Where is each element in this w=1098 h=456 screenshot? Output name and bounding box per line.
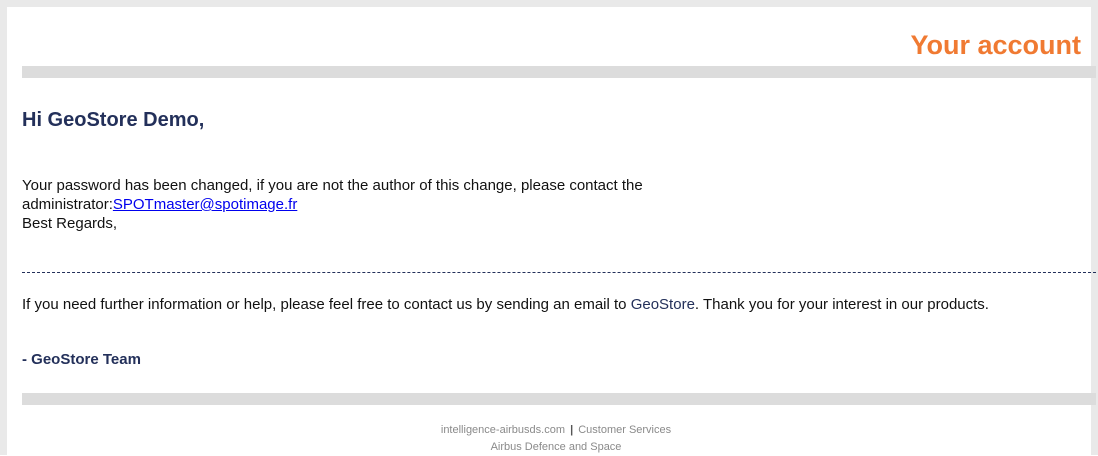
greeting-heading: Hi GeoStore Demo,: [22, 109, 205, 131]
footer-company-name: Airbus Defence and Space: [490, 441, 622, 453]
footer: intelligence-airbusds.com | Customer Ser…: [7, 422, 1098, 456]
admin-email-link[interactable]: SPOTmaster@spotimage.fr: [113, 196, 297, 213]
help-paragraph: If you need further information or help,…: [22, 294, 1087, 315]
team-signature: - GeoStore Team: [22, 351, 141, 368]
geostore-contact-link[interactable]: GeoStore: [631, 296, 695, 313]
page-title: Your account: [910, 30, 1081, 60]
footer-separator: |: [570, 424, 574, 436]
header-divider-bar: [22, 66, 1096, 78]
message-administrator-label: administrator:: [22, 196, 113, 213]
message-line-1: Your password has been changed, if you a…: [22, 177, 643, 194]
help-text-before: If you need further information or help,…: [22, 296, 631, 313]
footer-site-link[interactable]: intelligence-airbusds.com: [441, 424, 565, 436]
help-text-after: . Thank you for your interest in our pro…: [694, 296, 989, 313]
customer-services-link[interactable]: Customer Services: [578, 424, 671, 436]
message-closing: Best Regards,: [22, 215, 118, 232]
email-container: Your account Hi GeoStore Demo, Your pass…: [0, 0, 1098, 455]
footer-links-row: intelligence-airbusds.com | Customer Ser…: [7, 422, 1098, 439]
password-change-message: Your password has been changed, if you a…: [22, 176, 1082, 233]
dashed-divider: [22, 272, 1096, 273]
footer-divider-bar: [22, 393, 1096, 405]
